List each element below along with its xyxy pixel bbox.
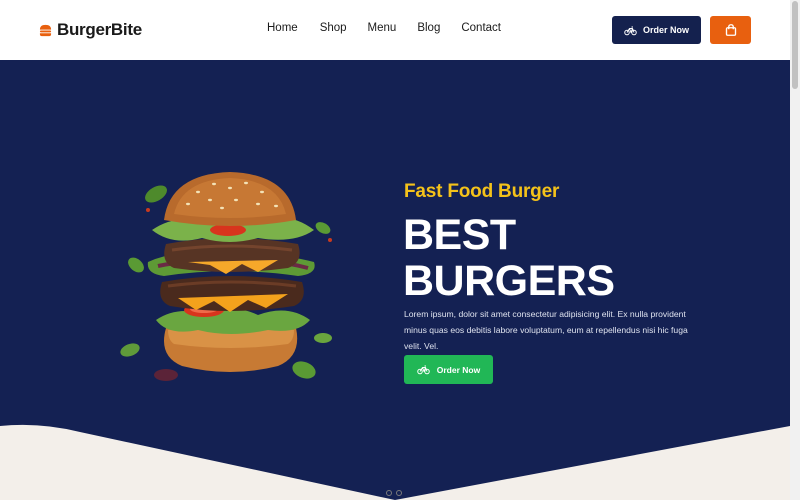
page-scrollbar[interactable]	[790, 0, 800, 500]
nav-blog[interactable]: Blog	[417, 22, 440, 34]
scrollbar-thumb[interactable]	[792, 1, 798, 89]
slider-dot-2[interactable]	[396, 490, 402, 496]
site-header: BurgerBite Home Shop Menu Blog Contact O…	[0, 0, 790, 60]
hero-order-now-button[interactable]: Order Now	[404, 355, 493, 384]
header-order-now-label: Order Now	[642, 25, 689, 35]
header-order-now-button[interactable]: Order Now	[612, 16, 701, 44]
nav-contact[interactable]: Contact	[461, 22, 501, 34]
hero-order-now-label: Order Now	[436, 364, 481, 375]
nav-home[interactable]: Home	[267, 22, 298, 34]
brand-logo[interactable]: BurgerBite	[39, 20, 142, 40]
hero-subtitle: Fast Food Burger	[404, 181, 560, 202]
slider-dots	[386, 490, 406, 496]
brand-name: BurgerBite	[57, 20, 142, 39]
hero-description: Lorem ipsum, dolor sit amet consectetur …	[404, 309, 688, 351]
nav-shop[interactable]: Shop	[320, 22, 347, 34]
bicycle-icon	[624, 26, 637, 35]
hero-title-line1: BEST	[403, 211, 516, 259]
hero-title: BEST BURGERS	[403, 212, 703, 304]
shopping-bag-icon	[725, 24, 736, 36]
slider-dot-1[interactable]	[386, 490, 392, 496]
main-nav: Home Shop Menu Blog Contact	[256, 22, 501, 34]
nav-menu[interactable]: Menu	[368, 22, 397, 34]
bicycle-icon	[417, 365, 430, 375]
burger-image	[120, 172, 332, 381]
hero-title-line2: BURGERS	[403, 257, 615, 305]
burger-icon	[39, 24, 52, 36]
cart-button[interactable]	[710, 16, 751, 44]
hero-section: Fast Food Burger BEST BURGERS Lorem ipsu…	[0, 60, 790, 500]
